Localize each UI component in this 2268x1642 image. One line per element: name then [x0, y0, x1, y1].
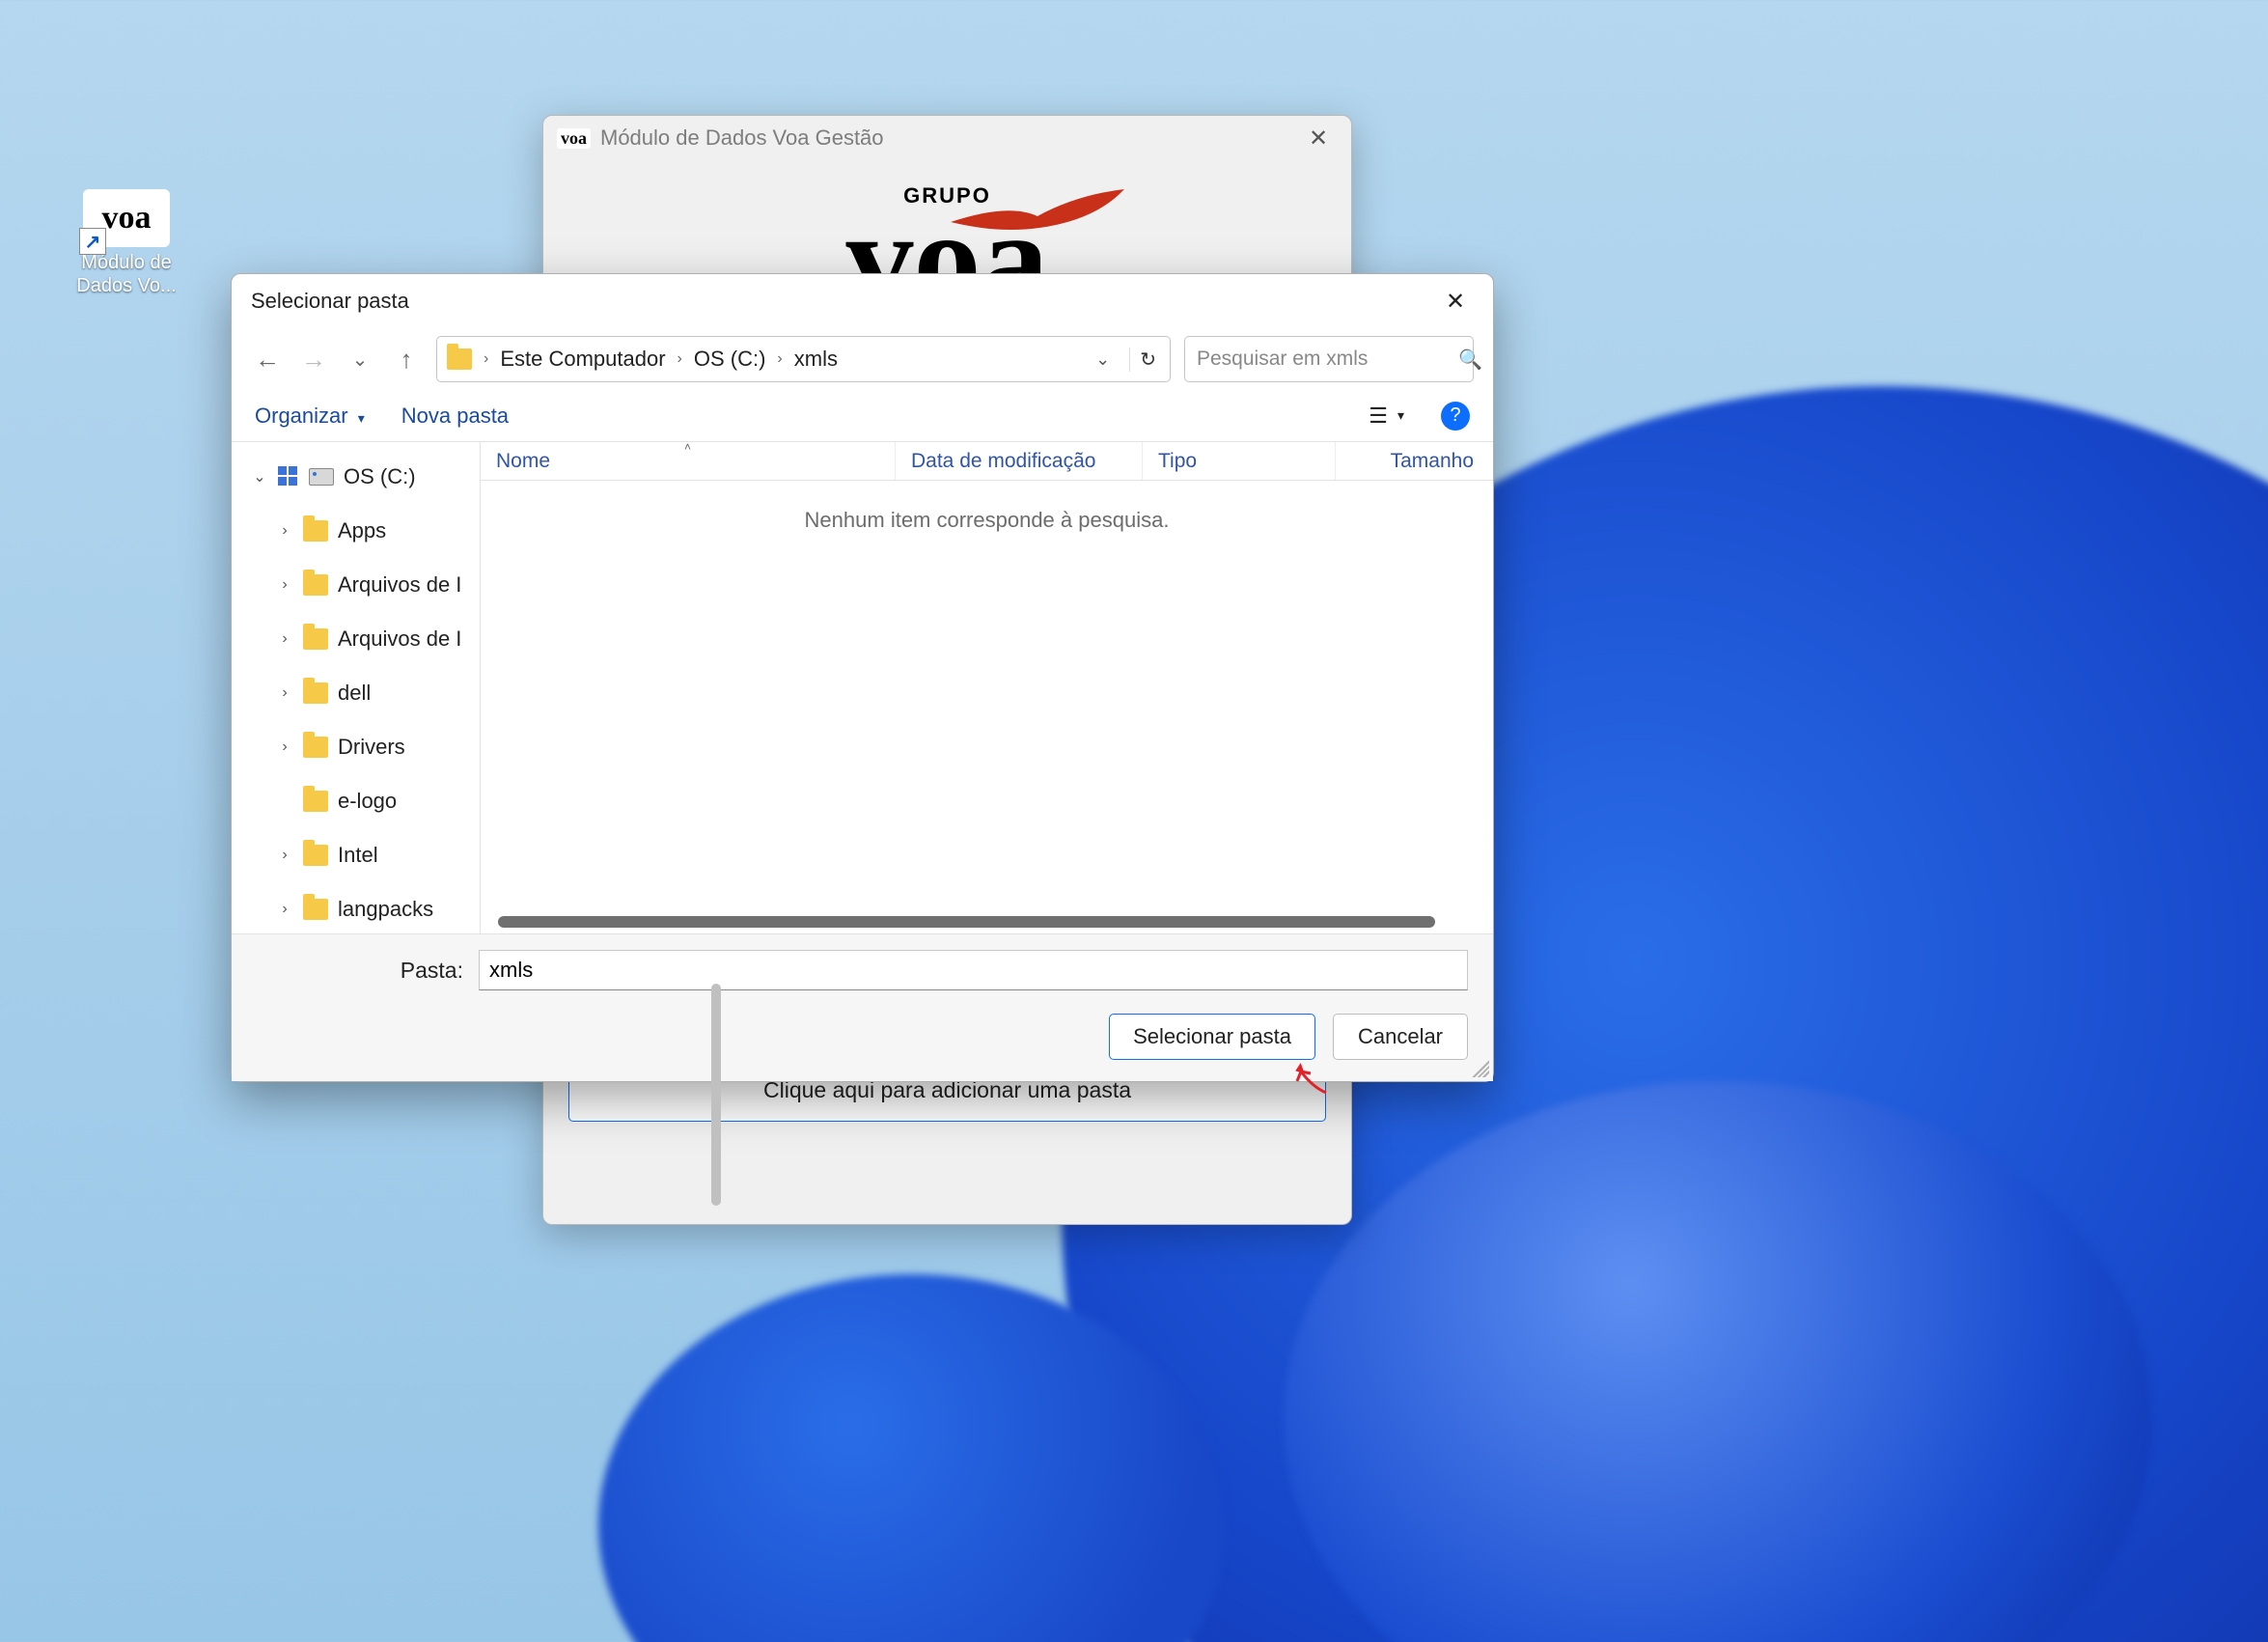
desktop-shortcut-label: Módulo de Dados Vo...: [64, 251, 189, 297]
breadcrumb-root[interactable]: Este Computador: [500, 347, 665, 372]
tree-item[interactable]: › Drivers: [232, 720, 480, 774]
empty-message: Nenhum item corresponde à pesquisa.: [481, 508, 1493, 533]
folder-dialog: Selecionar pasta ✕ ← → ⌄ ↑ › Este Comput…: [231, 273, 1494, 1082]
breadcrumb-dropdown[interactable]: ⌄: [1086, 349, 1120, 370]
nav-back-button[interactable]: ←: [251, 343, 284, 376]
folder-icon: [303, 899, 328, 920]
search-box[interactable]: 🔍: [1184, 336, 1474, 382]
tree-expand-icon[interactable]: ›: [276, 901, 293, 918]
app-titlebar[interactable]: voa Módulo de Dados Voa Gestão ✕: [543, 116, 1351, 160]
tree-expand-icon[interactable]: ›: [276, 576, 293, 594]
folder-icon: [303, 520, 328, 542]
tree-expand-icon[interactable]: ›: [276, 630, 293, 648]
new-folder-button[interactable]: Nova pasta: [401, 404, 509, 429]
folder-tree[interactable]: ⌄ OS (C:) › Apps › Arquivos de I › Arquivos…: [232, 442, 481, 933]
folder-field-label: Pasta:: [257, 958, 479, 984]
tree-expand-icon[interactable]: ›: [276, 738, 293, 756]
nav-forward-button[interactable]: →: [297, 343, 330, 376]
help-button[interactable]: ?: [1441, 402, 1470, 431]
organize-menu[interactable]: Organizar ▾: [255, 404, 365, 429]
chevron-right-icon: ›: [676, 350, 684, 368]
desktop-shortcut-logo: voa: [102, 200, 152, 237]
folder-icon: [303, 845, 328, 866]
windows-icon: [278, 466, 299, 487]
folder-icon: [303, 791, 328, 812]
tree-item[interactable]: › langpacks: [232, 882, 480, 933]
shortcut-overlay-icon: ↗: [79, 228, 106, 255]
resize-grip[interactable]: [1468, 1056, 1489, 1077]
sort-asc-icon: ˄: [684, 440, 691, 454]
view-mode-button[interactable]: ☰ ▾: [1369, 404, 1404, 429]
nav-recent-dropdown[interactable]: ⌄: [344, 343, 376, 376]
dialog-close-button[interactable]: ✕: [1429, 282, 1481, 320]
tree-expand-icon[interactable]: ›: [276, 847, 293, 864]
drive-icon: [309, 468, 334, 486]
desktop-shortcut[interactable]: voa ↗ Módulo de Dados Vo...: [64, 189, 189, 297]
tree-item-label: Arquivos de I: [338, 572, 461, 598]
tree-collapse-icon[interactable]: ⌄: [251, 467, 268, 487]
col-type[interactable]: Tipo: [1143, 442, 1336, 480]
folder-icon: [303, 737, 328, 758]
chevron-right-icon: ›: [482, 350, 490, 368]
tree-item[interactable]: e-logo: [232, 774, 480, 828]
app-titlebar-logo: voa: [557, 128, 591, 149]
tree-item[interactable]: › Apps: [232, 504, 480, 558]
tree-item[interactable]: › Intel: [232, 828, 480, 882]
tree-item-label: Arquivos de I: [338, 626, 461, 652]
tree-expand-icon[interactable]: ›: [276, 684, 293, 702]
file-list[interactable]: ˄ Nome Data de modificação Tipo Tamanho …: [481, 442, 1493, 933]
list-header[interactable]: ˄ Nome Data de modificação Tipo Tamanho: [481, 442, 1493, 481]
chevron-down-icon: ▾: [1397, 407, 1404, 424]
folder-icon: [447, 348, 472, 370]
tree-item-label: Intel: [338, 843, 378, 868]
tree-item[interactable]: › Arquivos de I: [232, 558, 480, 612]
tree-item[interactable]: › dell: [232, 666, 480, 720]
breadcrumb-folder[interactable]: xmls: [794, 347, 838, 372]
tree-root-label: OS (C:): [344, 464, 416, 489]
dialog-toolbar: Organizar ▾ Nova pasta ☰ ▾ ?: [232, 390, 1493, 442]
annotation-arrow: [1291, 1060, 1330, 1099]
nav-up-button[interactable]: ↑: [390, 343, 423, 376]
folder-icon: [303, 682, 328, 704]
select-folder-button[interactable]: Selecionar pasta: [1109, 1014, 1315, 1060]
app-close-button[interactable]: ✕: [1299, 125, 1338, 153]
tree-item-label: dell: [338, 681, 371, 706]
folder-icon: [303, 628, 328, 650]
horizontal-scrollbar[interactable]: [498, 916, 1435, 928]
folder-icon: [303, 574, 328, 596]
app-logo-leaf-icon: [951, 189, 1124, 234]
chevron-right-icon: ›: [775, 350, 784, 368]
col-name[interactable]: ˄ Nome: [481, 442, 896, 480]
tree-item[interactable]: › Arquivos de I: [232, 612, 480, 666]
app-title: Módulo de Dados Voa Gestão: [600, 125, 884, 151]
tree-scrollbar[interactable]: [711, 984, 721, 1206]
folder-field[interactable]: [479, 950, 1468, 990]
breadcrumb-bar[interactable]: › Este Computador › OS (C:) › xmls ⌄ ↻: [436, 336, 1171, 382]
tree-expand-icon[interactable]: ›: [276, 522, 293, 540]
tree-item-label: e-logo: [338, 789, 397, 814]
refresh-button[interactable]: ↻: [1129, 348, 1162, 372]
search-input[interactable]: [1197, 348, 1458, 371]
cancel-button[interactable]: Cancelar: [1333, 1014, 1468, 1060]
list-view-icon: ☰: [1369, 404, 1388, 429]
search-icon: 🔍: [1458, 348, 1482, 372]
dialog-nav: ← → ⌄ ↑ › Este Computador › OS (C:) › xm…: [232, 328, 1493, 390]
col-date[interactable]: Data de modificação: [896, 442, 1143, 480]
breadcrumb-drive[interactable]: OS (C:): [694, 347, 766, 372]
tree-item-label: Apps: [338, 518, 386, 543]
dialog-title: Selecionar pasta: [251, 289, 409, 314]
tree-root[interactable]: ⌄ OS (C:): [232, 450, 480, 504]
tree-item-label: Drivers: [338, 735, 405, 760]
col-size[interactable]: Tamanho: [1336, 442, 1493, 480]
chevron-down-icon: ▾: [354, 410, 365, 426]
tree-item-label: langpacks: [338, 897, 433, 922]
